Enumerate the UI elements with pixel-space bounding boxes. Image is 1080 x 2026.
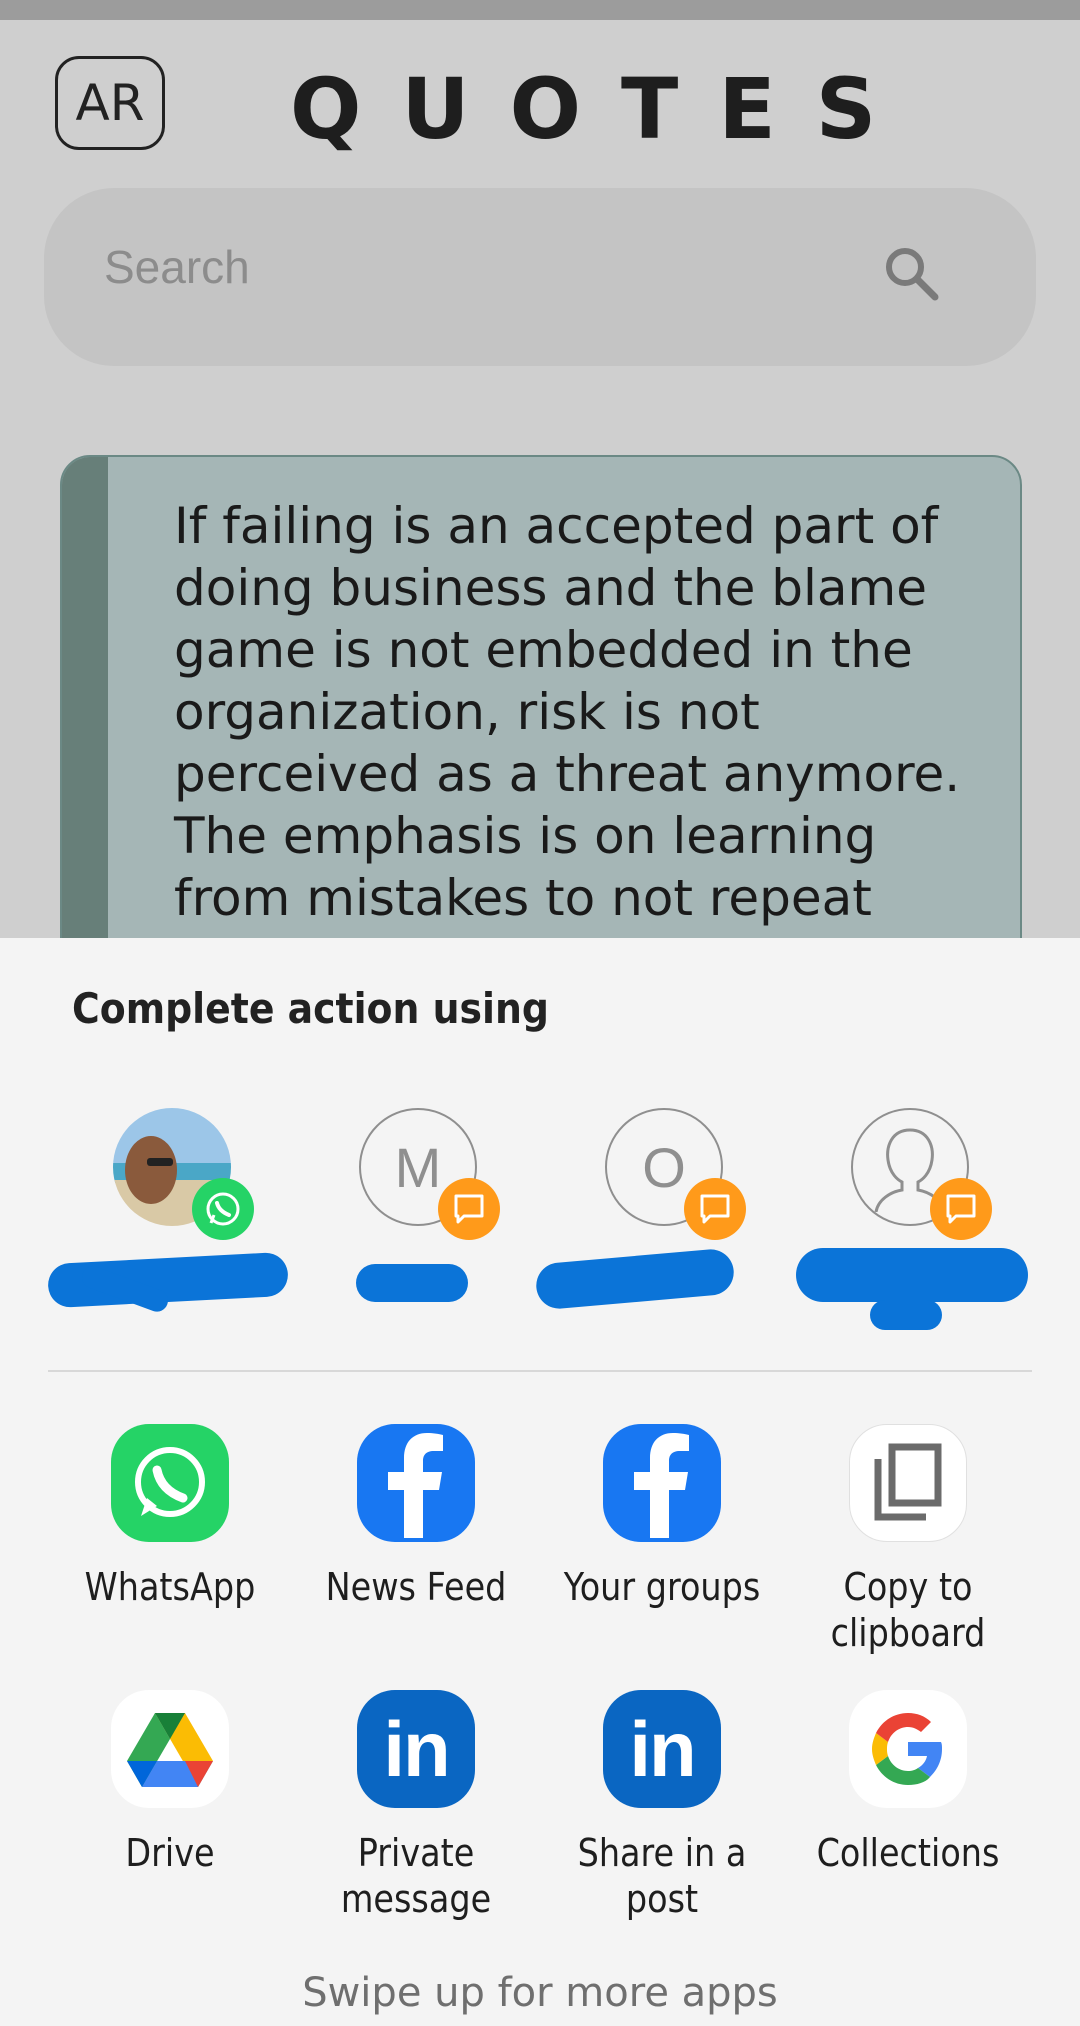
linkedin-icon: in <box>357 1690 475 1808</box>
whatsapp-badge-icon <box>192 1178 254 1240</box>
share-sheet: Complete action using M O WhatsApp News … <box>0 938 1080 2026</box>
quote-card[interactable]: If failing is an accepted part of doing … <box>60 455 1022 938</box>
app-label: Collections <box>816 1831 1000 1875</box>
copy-icon <box>849 1424 967 1542</box>
language-toggle-button[interactable]: AR <box>55 56 165 150</box>
search-bar[interactable]: Search <box>44 188 1036 366</box>
redacted-contact-name <box>870 1300 942 1330</box>
share-sheet-title: Complete action using <box>72 984 549 1033</box>
quote-text: If failing is an accepted part of doing … <box>174 497 961 938</box>
page-title: QUOTES <box>290 60 917 158</box>
swipe-up-hint: Swipe up for more apps <box>302 1970 778 2016</box>
message-badge-icon <box>930 1178 992 1240</box>
app-label: News Feed <box>325 1565 507 1609</box>
facebook-icon <box>603 1424 721 1542</box>
app-label: Your groups <box>563 1565 761 1609</box>
quotes-app: AR QUOTES Search If failing is an accept… <box>0 20 1080 938</box>
app-label: Share in a post <box>577 1831 747 1921</box>
message-badge-icon <box>684 1178 746 1240</box>
redacted-contact-name <box>356 1264 468 1302</box>
app-label: Copy to clipboard <box>830 1565 986 1655</box>
status-bar <box>0 0 1080 20</box>
search-icon[interactable] <box>881 243 941 303</box>
quote-accent-bar <box>62 457 108 938</box>
app-label: Private message <box>340 1831 492 1921</box>
message-badge-icon <box>438 1178 500 1240</box>
drive-icon <box>111 1690 229 1808</box>
app-label: Drive <box>125 1831 215 1875</box>
search-input[interactable]: Search <box>104 240 250 294</box>
google-icon <box>849 1690 967 1808</box>
facebook-icon <box>357 1424 475 1542</box>
redacted-contact-name <box>796 1248 1028 1302</box>
divider <box>48 1370 1032 1372</box>
whatsapp-icon <box>111 1424 229 1542</box>
app-label: WhatsApp <box>84 1565 256 1609</box>
linkedin-icon: in <box>603 1690 721 1808</box>
